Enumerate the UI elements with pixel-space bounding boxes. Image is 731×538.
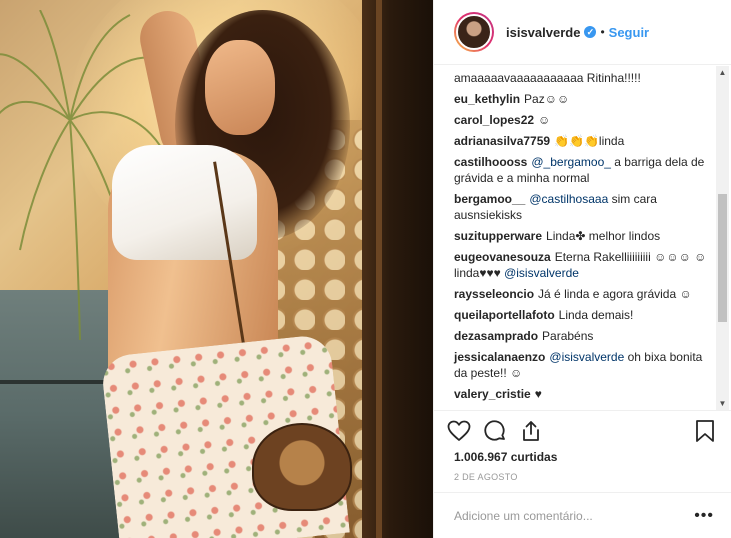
comment-mention[interactable]: @castilhosaaa [529,192,608,206]
scroll-up-arrow-icon[interactable]: ▲ [716,66,729,79]
post-sidebar: isisvalverde ✓ • Seguir amaaaaavaaaaaaaa… [433,0,731,538]
comment-text: ♥ [534,387,542,401]
header-separator: • [600,25,605,39]
avatar-image [456,14,492,50]
comment-username[interactable]: bergamoo__ [454,192,525,206]
comments-list[interactable]: amaaaaavaaaaaaaaaaa Ritinha!!!!! eu_kethy… [434,66,730,410]
comment-mention[interactable]: @_bergamoo_ [531,155,611,169]
comment-username[interactable]: adrianasilva7759 [454,134,550,148]
comment-username[interactable]: suzitupperware [454,229,542,243]
comment-username[interactable]: eu_kethylin [454,92,520,106]
face [205,40,275,135]
comment-text: Linda✤ melhor lindos [546,229,661,243]
scroll-thumb[interactable] [718,194,727,322]
comment-item: adrianasilva7759 👏👏👏linda [454,133,708,149]
comment-username[interactable]: raysseleoncio [454,287,534,301]
more-options-icon[interactable]: ••• [694,507,714,525]
post-header: isisvalverde ✓ • Seguir [434,0,731,65]
comment-text: Linda demais! [558,308,634,322]
comment-text: 👏👏👏linda [554,134,625,148]
comment-item: carol_lopes22 ☺ [454,112,708,128]
window-sill [0,380,120,384]
comment-item: eugeovanesouza Eterna Rakelliiiiiiiii ☺☺☺… [454,249,708,281]
comment-item: dezasamprado Parabéns [454,328,708,344]
white-crop-top [112,145,257,260]
comment-item: queilaportellafoto Linda demais! [454,307,708,323]
comment-input[interactable] [454,508,695,523]
instagram-post: isisvalverde ✓ • Seguir amaaaaavaaaaaaaa… [0,0,731,538]
comment-item: amaaaaavaaaaaaaaaaa Ritinha!!!!! [454,70,708,86]
bookmark-icon[interactable] [692,418,718,444]
brown-handbag [252,423,352,511]
share-icon[interactable] [518,418,544,444]
verified-badge-icon: ✓ [584,26,597,38]
comment-item: jessicalanaenzo @isisvalverde oh bixa bon… [454,349,708,381]
post-photo[interactable] [0,0,433,538]
scroll-down-arrow-icon[interactable]: ▼ [716,397,729,410]
door-frame-edge [376,0,382,538]
username-link[interactable]: isisvalverde [506,25,580,40]
comment-username[interactable]: eugeovanesouza [454,250,551,264]
comment-mention[interactable]: @isisvalverde [549,350,624,364]
comment-username[interactable]: queilaportellafoto [454,308,555,322]
door-frame [362,0,433,538]
comment-mention[interactable]: @isisvalverde [504,266,579,280]
follow-button[interactable]: Seguir [609,25,649,40]
comment-text: Parabéns [542,329,594,343]
comment-item: castilhoooss @_bergamoo_ a barriga dela d… [454,154,708,186]
comment-item: valery_cristie ♥ [454,386,708,402]
comment-item: suzitupperware Linda✤ melhor lindos [454,228,708,244]
add-comment-section: ••• [434,492,731,538]
comment-username[interactable]: carol_lopes22 [454,113,534,127]
comment-bubble-icon[interactable] [482,418,508,444]
likes-count[interactable]: 1.006.967 curtidas [454,450,557,464]
comment-text: Paz☺☺ [524,92,570,106]
comment-username[interactable]: dezasamprado [454,329,538,343]
avatar[interactable] [454,12,494,52]
comment-item: eu_kethylin Paz☺☺ [454,91,708,107]
comment-text: ☺ [538,113,551,127]
comment-item: raysseleoncio Já é linda e agora grávida … [454,286,708,302]
comment-username[interactable]: jessicalanaenzo [454,350,545,364]
comment-text: amaaaaavaaaaaaaaaaa Ritinha!!!!! [454,71,641,85]
comment-text: Já é linda e agora grávida ☺ [538,287,692,301]
comment-item: bergamoo__ @castilhosaaa sim cara ausnsie… [454,191,708,223]
post-date: 2 DE AGOSTO [454,472,518,482]
comments-scrollbar[interactable]: ▲ ▼ [716,66,729,410]
comment-username[interactable]: castilhoooss [454,155,527,169]
action-bar [434,410,731,450]
comment-username[interactable]: valery_cristie [454,387,531,401]
heart-icon[interactable] [446,418,472,444]
